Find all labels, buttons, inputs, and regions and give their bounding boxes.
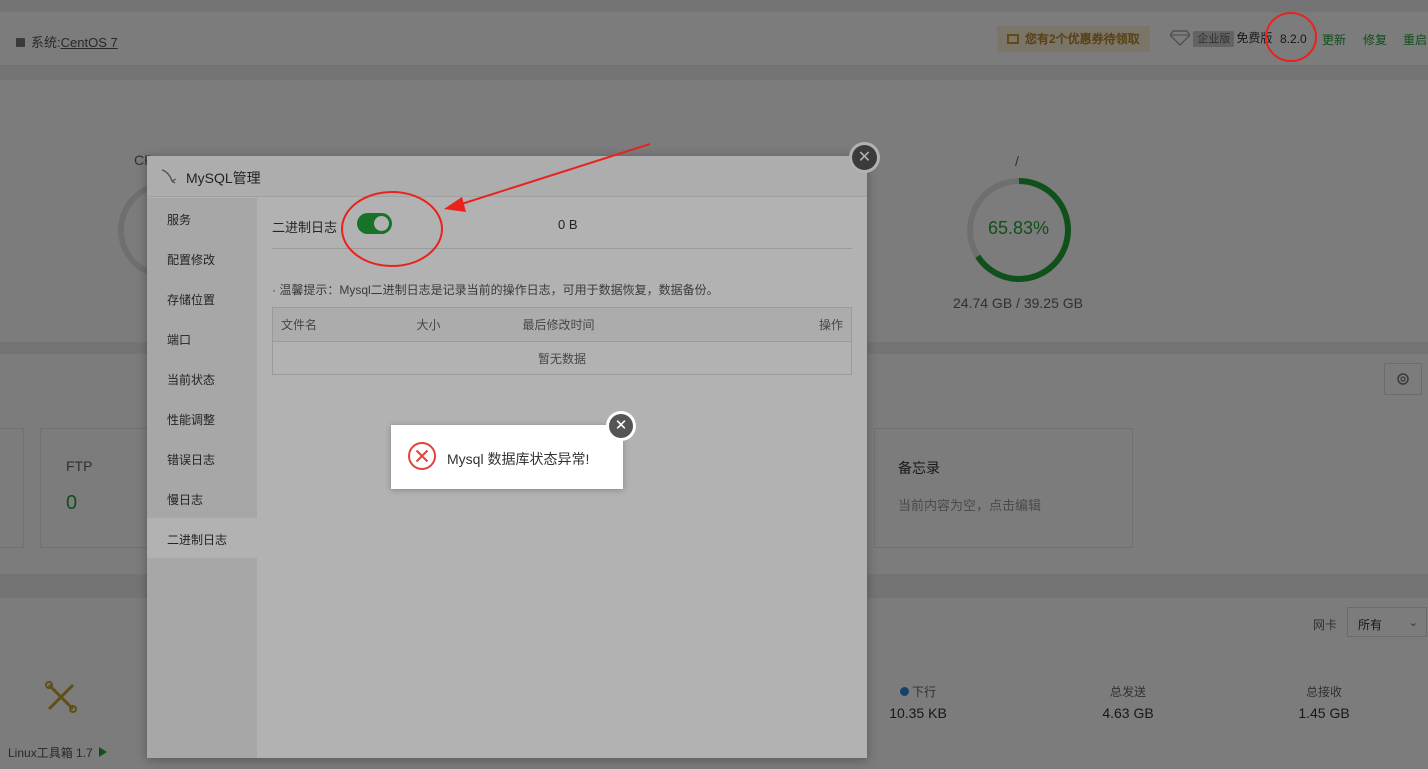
error-toast: Mysql 数据库状态异常! <box>391 425 623 489</box>
error-icon <box>408 442 436 470</box>
toast-close-button[interactable]: ✕ <box>606 411 636 441</box>
error-message: Mysql 数据库状态异常! <box>447 451 590 467</box>
toast-overlay <box>0 0 1428 769</box>
close-icon: ✕ <box>609 414 633 438</box>
